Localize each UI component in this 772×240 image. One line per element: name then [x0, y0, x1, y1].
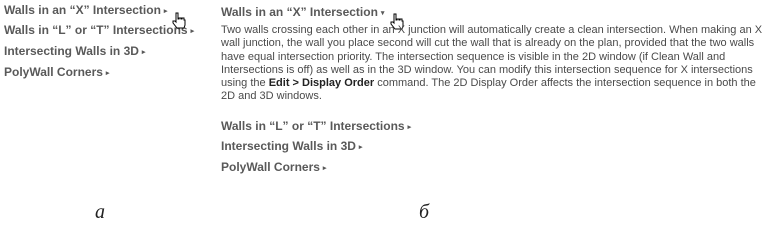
link-label: PolyWall Corners	[4, 65, 103, 79]
arrow-right-icon: ▸	[105, 70, 110, 77]
arrow-right-icon: ▸	[141, 49, 146, 56]
arrow-right-icon: ▸	[358, 144, 363, 151]
link-label: Walls in an “X” Intersection	[221, 5, 378, 19]
link-label: PolyWall Corners	[221, 160, 320, 174]
link-walls-x-intersection[interactable]: Walls in an “X” Intersection ▸	[4, 3, 167, 20]
arrow-right-icon: ▸	[163, 8, 168, 15]
arrow-down-icon: ▾	[380, 10, 385, 17]
link-label: Walls in “L” or “T” Intersections	[4, 23, 188, 37]
link-walls-l-t-intersections[interactable]: Walls in “L” or “T” Intersections ▸	[4, 23, 194, 40]
hand-pointer-icon	[172, 12, 186, 29]
link-polywall-corners[interactable]: PolyWall Corners ▸	[221, 160, 326, 177]
link-intersecting-walls-3d[interactable]: Intersecting Walls in 3D ▸	[221, 139, 362, 156]
link-walls-x-intersection-expanded[interactable]: Walls in an “X” Intersection ▾	[221, 5, 384, 22]
panel-b-caption: б	[419, 201, 430, 223]
link-label: Intersecting Walls in 3D	[4, 44, 139, 58]
link-intersecting-walls-3d[interactable]: Intersecting Walls in 3D ▸	[4, 44, 145, 61]
arrow-right-icon: ▸	[190, 28, 195, 35]
panel-a-caption: а	[95, 201, 105, 223]
link-label: Intersecting Walls in 3D	[221, 139, 356, 153]
link-label: Walls in “L” or “T” Intersections	[221, 119, 405, 133]
intersection-description: Two walls crossing each other in an X ju…	[221, 24, 772, 104]
command-path: Edit > Display Order	[268, 77, 375, 90]
link-polywall-corners[interactable]: PolyWall Corners ▸	[4, 65, 109, 82]
link-walls-l-t-intersections[interactable]: Walls in “L” or “T” Intersections ▸	[221, 119, 411, 136]
arrow-right-icon: ▸	[407, 124, 412, 131]
link-label: Walls in an “X” Intersection	[4, 3, 161, 17]
arrow-right-icon: ▸	[322, 165, 327, 172]
